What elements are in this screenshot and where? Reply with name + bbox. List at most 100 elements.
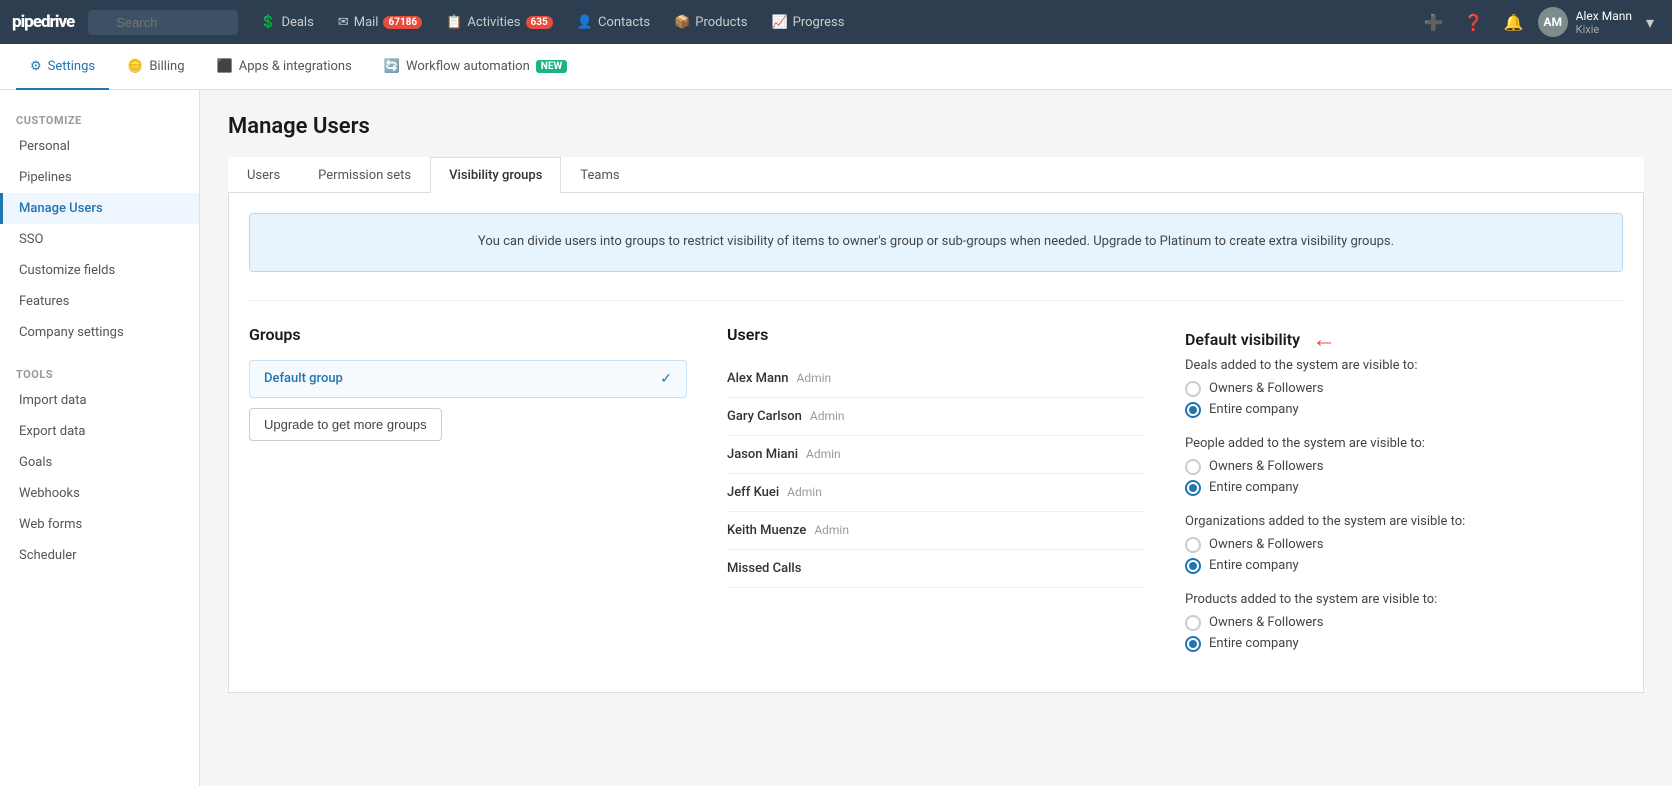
tab-permission-sets[interactable]: Permission sets	[299, 157, 430, 193]
user-name-jason: Jason Miani	[727, 447, 798, 462]
orgs-owners-radio[interactable]	[1185, 537, 1201, 553]
settings-bar: ⚙ Settings 🪙 Billing ⬛ Apps & integratio…	[0, 44, 1672, 90]
people-owners-option[interactable]: Owners & Followers	[1185, 459, 1623, 475]
nav-activities[interactable]: 📋 Activities 635	[436, 0, 563, 44]
tab-billing[interactable]: 🪙 Billing	[113, 44, 198, 90]
people-company-option[interactable]: Entire company	[1185, 480, 1623, 496]
mail-badge: 67186	[383, 16, 422, 29]
tab-workflow[interactable]: 🔄 Workflow automation NEW	[370, 44, 581, 90]
workflow-icon: 🔄	[384, 59, 400, 74]
sidebar-item-import-data[interactable]: Import data	[0, 385, 199, 416]
nav-mail[interactable]: ✉ Mail 67186	[328, 0, 432, 44]
products-owners-option[interactable]: Owners & Followers	[1185, 615, 1623, 631]
nav-products[interactable]: 📦 Products	[664, 0, 757, 44]
avatar[interactable]: AM	[1538, 7, 1568, 37]
user-name-alex: Alex Mann	[727, 371, 789, 386]
main-layout: CUSTOMIZE Personal Pipelines Manage User…	[0, 90, 1672, 786]
sidebar-section-customize: CUSTOMIZE	[0, 106, 199, 131]
products-company-radio[interactable]	[1185, 636, 1201, 652]
organizations-visibility-label: Organizations added to the system are vi…	[1185, 514, 1623, 529]
sidebar-item-goals[interactable]: Goals	[0, 447, 199, 478]
nav-right: ➕ ❓ 🔔 AM Alex Mann Kixie ▾	[1418, 7, 1660, 37]
user-role-jason: Admin	[806, 447, 841, 461]
list-item: Alex Mann Admin	[727, 360, 1145, 398]
chevron-down-icon[interactable]: ▾	[1640, 9, 1660, 36]
tab-bar: Users Permission sets Visibility groups …	[228, 157, 1644, 193]
sidebar-item-pipelines[interactable]: Pipelines	[0, 162, 199, 193]
products-icon: 📦	[674, 15, 690, 30]
nav-deals[interactable]: 💲 Deals	[250, 0, 324, 44]
visibility-group-products: Products added to the system are visible…	[1185, 592, 1623, 652]
products-owners-radio[interactable]	[1185, 615, 1201, 631]
help-icon[interactable]: ❓	[1458, 9, 1490, 36]
users-section: Users Alex Mann Admin Gary Carlson Admin…	[707, 325, 1165, 670]
top-nav: pipedrive 🔍 💲 Deals ✉ Mail 67186 📋 Activ…	[0, 0, 1672, 44]
sidebar-item-webhooks[interactable]: Webhooks	[0, 478, 199, 509]
search-input[interactable]	[88, 10, 238, 35]
user-name: Alex Mann	[1576, 9, 1632, 23]
add-icon[interactable]: ➕	[1418, 9, 1450, 36]
user-name-jeff: Jeff Kuei	[727, 485, 779, 500]
billing-icon: 🪙	[127, 59, 143, 74]
list-item: Jeff Kuei Admin	[727, 474, 1145, 512]
nav-contacts[interactable]: 👤 Contacts	[567, 0, 660, 44]
list-item: Missed Calls	[727, 550, 1145, 588]
sidebar-item-scheduler[interactable]: Scheduler	[0, 540, 199, 571]
search-wrapper: 🔍	[88, 10, 238, 35]
sidebar-item-personal[interactable]: Personal	[0, 131, 199, 162]
red-arrow-icon: ←	[1312, 325, 1336, 354]
user-name-gary: Gary Carlson	[727, 409, 802, 424]
deals-owners-option[interactable]: Owners & Followers	[1185, 381, 1623, 397]
default-group-name: Default group	[264, 371, 343, 386]
default-visibility-section: Default visibility ← Deals added to the …	[1165, 325, 1623, 670]
sidebar-section-tools: TOOLS	[0, 360, 199, 385]
default-group-item[interactable]: Default group ✓	[249, 360, 687, 398]
bell-icon[interactable]: 🔔	[1498, 9, 1530, 36]
info-box: You can divide users into groups to rest…	[249, 213, 1623, 272]
user-name-keith: Keith Muenze	[727, 523, 806, 538]
visibility-group-organizations: Organizations added to the system are vi…	[1185, 514, 1623, 574]
deals-company-option[interactable]: Entire company	[1185, 402, 1623, 418]
people-company-radio[interactable]	[1185, 480, 1201, 496]
page-title: Manage Users	[228, 114, 1644, 139]
orgs-company-radio[interactable]	[1185, 558, 1201, 574]
list-item: Gary Carlson Admin	[727, 398, 1145, 436]
mail-icon: ✉	[338, 15, 349, 30]
deals-company-radio[interactable]	[1185, 402, 1201, 418]
tab-users[interactable]: Users	[228, 157, 299, 193]
activities-icon: 📋	[446, 15, 462, 30]
sidebar-item-company-settings[interactable]: Company settings	[0, 317, 199, 348]
main-content: Manage Users Users Permission sets Visib…	[200, 90, 1672, 786]
user-role-gary: Admin	[810, 409, 845, 423]
deals-owners-radio[interactable]	[1185, 381, 1201, 397]
list-item: Jason Miani Admin	[727, 436, 1145, 474]
logo: pipedrive	[12, 12, 74, 32]
contacts-icon: 👤	[577, 15, 593, 30]
orgs-company-option[interactable]: Entire company	[1185, 558, 1623, 574]
sidebar-item-export-data[interactable]: Export data	[0, 416, 199, 447]
orgs-owners-option[interactable]: Owners & Followers	[1185, 537, 1623, 553]
products-company-option[interactable]: Entire company	[1185, 636, 1623, 652]
user-role-alex: Admin	[797, 371, 832, 385]
people-owners-radio[interactable]	[1185, 459, 1201, 475]
sidebar-item-features[interactable]: Features	[0, 286, 199, 317]
products-visibility-label: Products added to the system are visible…	[1185, 592, 1623, 607]
progress-icon: 📈	[771, 15, 787, 30]
sidebar-item-web-forms[interactable]: Web forms	[0, 509, 199, 540]
user-name-missed-calls: Missed Calls	[727, 561, 801, 576]
three-col-layout: Groups Default group ✓ Upgrade to get mo…	[249, 300, 1623, 670]
tab-apps[interactable]: ⬛ Apps & integrations	[203, 44, 366, 90]
user-role-keith: Admin	[814, 523, 849, 537]
visibility-group-deals: Deals added to the system are visible to…	[1185, 358, 1623, 418]
sidebar-item-sso[interactable]: SSO	[0, 224, 199, 255]
user-info[interactable]: Alex Mann Kixie	[1576, 9, 1632, 36]
tab-teams[interactable]: Teams	[561, 157, 638, 193]
sidebar-item-customize-fields[interactable]: Customize fields	[0, 255, 199, 286]
users-title: Users	[727, 325, 1145, 344]
tab-visibility-groups[interactable]: Visibility groups	[430, 157, 561, 193]
sidebar-item-manage-users[interactable]: Manage Users	[0, 193, 199, 224]
nav-progress[interactable]: 📈 Progress	[761, 0, 854, 44]
people-visibility-label: People added to the system are visible t…	[1185, 436, 1623, 451]
upgrade-groups-button[interactable]: Upgrade to get more groups	[249, 408, 442, 441]
tab-settings[interactable]: ⚙ Settings	[16, 44, 109, 90]
